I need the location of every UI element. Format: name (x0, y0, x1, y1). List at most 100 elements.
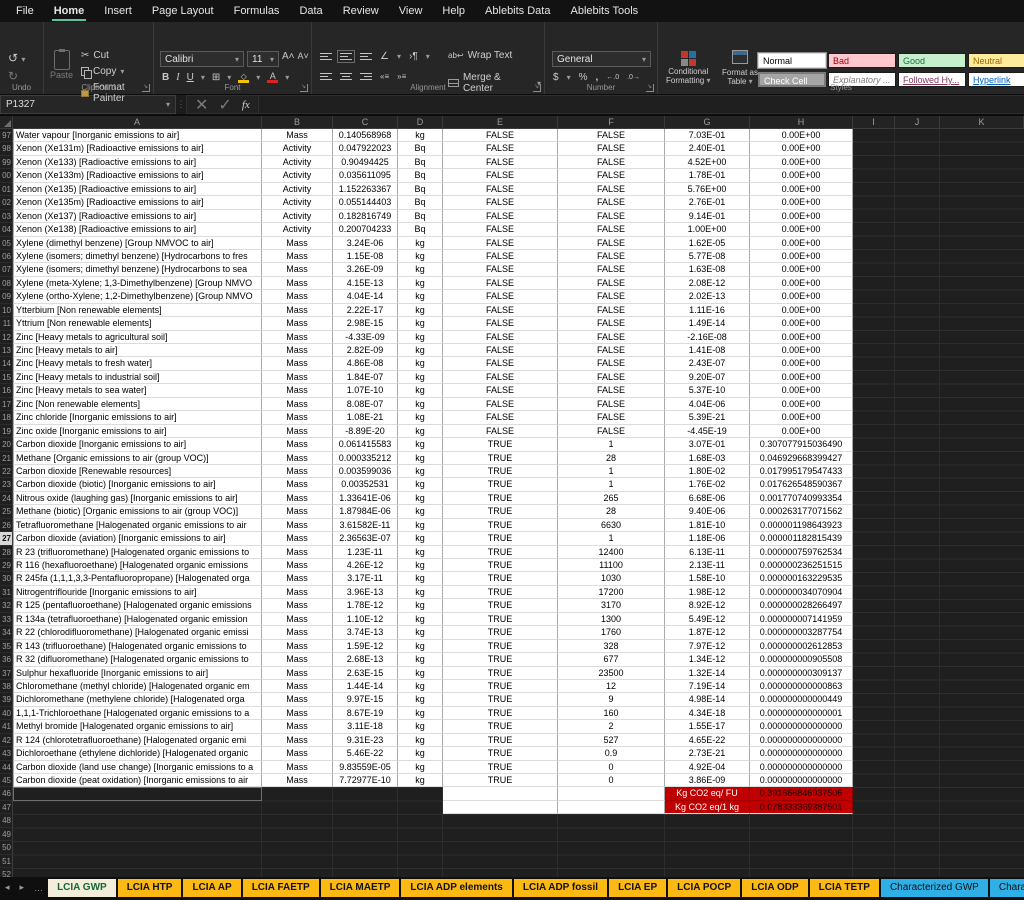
cell[interactable]: FALSE (558, 183, 665, 196)
cell[interactable]: FALSE (443, 290, 558, 303)
row-header[interactable]: 02 (0, 196, 13, 209)
cell[interactable]: Mass (262, 519, 333, 532)
cell[interactable]: 0.00352531 (333, 478, 398, 491)
format-as-table-button[interactable]: Format asTable ▾ (722, 50, 758, 86)
cell[interactable]: kg (398, 505, 443, 518)
text-direction-icon[interactable]: ›¶ (409, 51, 418, 62)
sheet-tab-lcia-pocp[interactable]: LCIA POCP (668, 879, 740, 897)
cell[interactable]: 527 (558, 734, 665, 747)
cell[interactable]: Bq (398, 210, 443, 223)
cell[interactable]: 5.77E-08 (665, 250, 750, 263)
cell[interactable]: 9.20E-07 (665, 371, 750, 384)
cell[interactable]: FALSE (443, 398, 558, 411)
cell[interactable]: Mass (262, 559, 333, 572)
cell[interactable]: TRUE (443, 546, 558, 559)
cell[interactable]: 0.000263177071562 (750, 505, 853, 518)
row-header[interactable]: 03 (0, 210, 13, 223)
cell[interactable]: Activity (262, 183, 333, 196)
cell[interactable]: Mass (262, 452, 333, 465)
cell[interactable]: 0.000000000309137 (750, 667, 853, 680)
cell[interactable]: kg (398, 720, 443, 733)
cell[interactable]: R 116 (hexafluoroethane) [Halogenated or… (13, 559, 262, 572)
font-dialog-launcher-icon[interactable]: ↘ (300, 84, 308, 92)
cell[interactable]: Zinc [Non renewable elements] (13, 398, 262, 411)
cell[interactable]: Mass (262, 425, 333, 438)
cell[interactable]: kg (398, 747, 443, 760)
cell[interactable]: 0.000000002612853 (750, 640, 853, 653)
cell[interactable]: 0.00E+00 (750, 357, 853, 370)
cell[interactable]: FALSE (443, 263, 558, 276)
cell[interactable]: Dichloroethane (ethylene dichloride) [Ha… (13, 747, 262, 760)
cell[interactable]: 5.76E+00 (665, 183, 750, 196)
cell[interactable]: Mass (262, 693, 333, 706)
cell[interactable]: 1.07E-10 (333, 384, 398, 397)
cell[interactable]: FALSE (443, 344, 558, 357)
sheet-tab-lcia-adp-fossil[interactable]: LCIA ADP fossil (514, 879, 607, 897)
cell[interactable]: Mass (262, 237, 333, 250)
cell[interactable]: Xenon (Xe133m) [Radioactive emissions to… (13, 169, 262, 182)
cell[interactable]: Methane (biotic) [Organic emissions to a… (13, 505, 262, 518)
cell[interactable]: 0.017995179547433 (750, 465, 853, 478)
cell[interactable]: TRUE (443, 599, 558, 612)
cell[interactable]: 1.152263367 (333, 183, 398, 196)
cell[interactable]: Mass (262, 438, 333, 451)
align-top-icon[interactable] (320, 53, 332, 60)
cell[interactable]: -4.33E-09 (333, 331, 398, 344)
cell[interactable]: kg (398, 317, 443, 330)
cell[interactable]: TRUE (443, 492, 558, 505)
decrease-font-icon[interactable]: A˅ (298, 51, 309, 67)
row-header[interactable]: 47 (0, 801, 13, 814)
cell[interactable]: FALSE (558, 237, 665, 250)
sheet-tab-characterized-gwp[interactable]: Characterized GWP (881, 879, 988, 897)
cell[interactable]: Sulphur hexafluoride [Inorganic emission… (13, 667, 262, 680)
cell[interactable]: 1.78E-12 (333, 599, 398, 612)
cell[interactable]: Yttrium [Non renewable elements] (13, 317, 262, 330)
cell[interactable]: FALSE (558, 250, 665, 263)
cell[interactable]: 0.00E+00 (750, 156, 853, 169)
row-header[interactable]: 23 (0, 478, 13, 491)
accounting-format-icon[interactable]: $ (553, 72, 559, 83)
cell[interactable]: FALSE (558, 277, 665, 290)
cell[interactable]: FALSE (443, 411, 558, 424)
cell-style-bad[interactable]: Bad (828, 53, 896, 68)
cell[interactable]: TRUE (443, 680, 558, 693)
cell[interactable]: 7.03E-01 (665, 129, 750, 142)
cell[interactable]: kg (398, 653, 443, 666)
row-header[interactable]: 09 (0, 290, 13, 303)
cell[interactable]: Bq (398, 183, 443, 196)
cell[interactable]: Zinc [Heavy metals to agricultural soil] (13, 331, 262, 344)
cell[interactable]: 4.26E-12 (333, 559, 398, 572)
cell[interactable]: Mass (262, 734, 333, 747)
cell[interactable]: Mass (262, 707, 333, 720)
cell[interactable]: 328 (558, 640, 665, 653)
cell[interactable]: FALSE (443, 371, 558, 384)
cell[interactable]: 28 (558, 452, 665, 465)
sheet-tab-lcia-faetp[interactable]: LCIA FAETP (243, 879, 319, 897)
cell[interactable]: kg (398, 425, 443, 438)
cell[interactable]: kg (398, 599, 443, 612)
row-header[interactable]: 33 (0, 613, 13, 626)
cell[interactable]: 0.000001198643923 (750, 519, 853, 532)
ribbon-tab-view[interactable]: View (389, 2, 433, 21)
cell[interactable]: 4.15E-13 (333, 277, 398, 290)
cell[interactable]: 5.39E-21 (665, 411, 750, 424)
cell[interactable]: Xylene (ortho-Xylene; 1,2-Dimethylbenzen… (13, 290, 262, 303)
cell[interactable]: Dichloromethane (methylene chloride) [Ha… (13, 693, 262, 706)
cell[interactable]: 8.08E-07 (333, 398, 398, 411)
cell[interactable]: Mass (262, 640, 333, 653)
cell[interactable]: FALSE (558, 357, 665, 370)
cell[interactable]: FALSE (558, 210, 665, 223)
cell[interactable]: FALSE (558, 344, 665, 357)
cell[interactable]: FALSE (558, 317, 665, 330)
cell[interactable]: 8.67E-19 (333, 707, 398, 720)
italic-button[interactable]: I (176, 72, 179, 83)
row-header[interactable]: 04 (0, 223, 13, 236)
sheet-tab-lcia-tetp[interactable]: LCIA TETP (810, 879, 879, 897)
cell[interactable]: 3.26E-09 (333, 263, 398, 276)
cell[interactable]: FALSE (558, 129, 665, 142)
cell[interactable]: Bq (398, 142, 443, 155)
increase-decimal-icon[interactable]: ←.0 (606, 74, 619, 81)
cell[interactable]: Mass (262, 680, 333, 693)
cell[interactable]: 1030 (558, 572, 665, 585)
cell[interactable]: kg (398, 680, 443, 693)
